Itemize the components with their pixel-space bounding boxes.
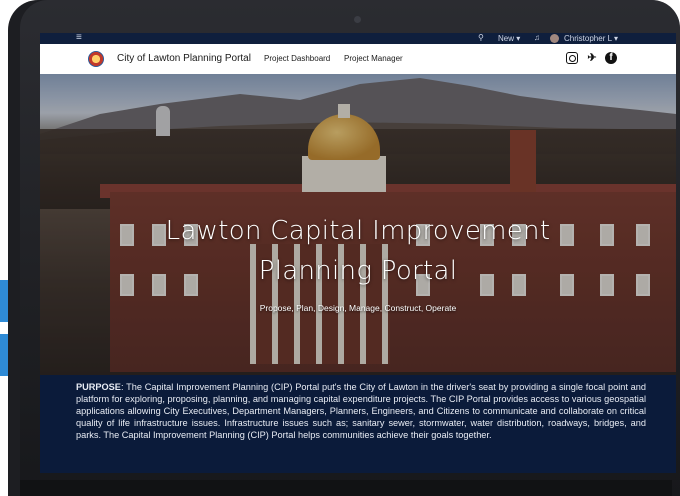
hero-subtitle: Propose, Plan, Design, Manage, Construct… [259, 303, 457, 313]
facebook-icon[interactable]: f [605, 52, 617, 64]
laptop-bottom-edge [20, 480, 672, 496]
bell-icon[interactable]: ♫ [534, 33, 540, 42]
hero-banner: Lawton Capital Improvement Planning Port… [40, 74, 676, 375]
twitter-icon[interactable]: ✈ [586, 52, 598, 64]
menu-icon[interactable]: ≡ [76, 33, 82, 43]
new-button[interactable]: New ▾ [498, 34, 520, 43]
portal-name[interactable]: City of Lawton Planning Portal [117, 53, 251, 64]
instagram-icon[interactable] [566, 52, 578, 64]
portal-navbar: City of Lawton Planning Portal Project D… [40, 44, 676, 74]
user-name: Christopher L [564, 34, 612, 43]
user-menu[interactable]: Christopher L ▾ [564, 34, 618, 43]
new-label: New [498, 34, 515, 43]
city-seal-logo[interactable] [88, 51, 104, 67]
purpose-panel: PURPOSE: The Capital Improvement Plannin… [40, 375, 676, 473]
purpose-text: : The Capital Improvement Planning (CIP)… [76, 382, 646, 440]
browser-screen: ≡ ⚲ New ▾ ♫ Christopher L ▾ City of Lawt… [40, 33, 676, 473]
avatar[interactable] [550, 34, 559, 43]
search-icon[interactable]: ⚲ [478, 33, 484, 42]
hero-title-line1: Lawton Capital Improvement [165, 216, 551, 246]
laptop-frame: ≡ ⚲ New ▾ ♫ Christopher L ▾ City of Lawt… [8, 0, 680, 496]
nav-project-dashboard[interactable]: Project Dashboard [264, 54, 330, 63]
webcam [354, 16, 361, 23]
purpose-label: PURPOSE [76, 382, 121, 392]
portal-topbar: ≡ ⚲ New ▾ ♫ Christopher L ▾ [40, 33, 676, 44]
nav-project-manager[interactable]: Project Manager [344, 54, 403, 63]
hero-title-line2: Planning Portal [258, 256, 458, 286]
